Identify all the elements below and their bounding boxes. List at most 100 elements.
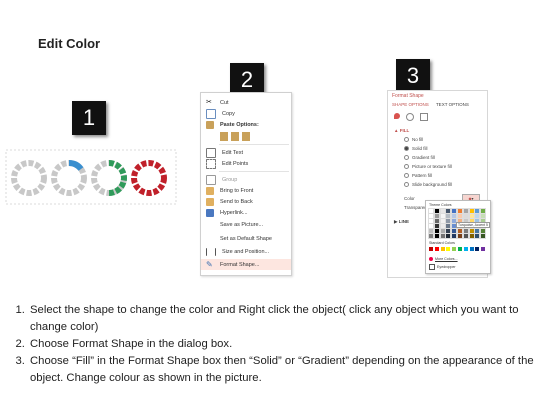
theme-swatch[interactable]	[439, 228, 446, 234]
theme-swatch[interactable]	[433, 218, 440, 224]
theme-swatch[interactable]	[457, 213, 463, 219]
standard-swatch[interactable]	[469, 247, 474, 251]
theme-swatch[interactable]	[468, 213, 475, 219]
effects-icon[interactable]	[406, 113, 414, 121]
menu-item-cut[interactable]: ✂ Cut	[201, 97, 291, 108]
menu-item-copy[interactable]: Copy	[201, 108, 291, 119]
eyedropper-item[interactable]: Eyedropper	[429, 264, 456, 270]
theme-swatch[interactable]	[457, 208, 463, 214]
size-properties-icon[interactable]	[420, 113, 428, 121]
theme-swatch[interactable]	[428, 208, 434, 214]
paste-options-row[interactable]	[201, 130, 291, 142]
menu-item-set-default-shape[interactable]: Set as Default Shape	[201, 233, 291, 244]
standard-swatch[interactable]	[458, 247, 462, 251]
tab-text-options[interactable]: TEXT OPTIONS	[436, 102, 469, 107]
theme-swatch[interactable]	[474, 208, 481, 214]
paste-options-icon-2[interactable]	[231, 131, 239, 141]
standard-swatch[interactable]	[481, 247, 486, 251]
option-slide-background-fill[interactable]: Slide background fill	[404, 182, 452, 187]
theme-swatch[interactable]	[451, 228, 458, 234]
theme-swatch[interactable]	[439, 213, 446, 219]
menu-item-group[interactable]: Group	[201, 174, 291, 185]
theme-swatch[interactable]	[428, 228, 434, 234]
theme-swatch[interactable]	[445, 228, 452, 234]
theme-swatch[interactable]	[480, 213, 487, 219]
theme-swatch[interactable]	[428, 218, 434, 224]
theme-swatch[interactable]	[480, 228, 487, 234]
theme-swatch[interactable]	[474, 213, 481, 219]
standard-swatch[interactable]	[429, 247, 433, 251]
theme-swatch[interactable]	[457, 233, 463, 239]
instruction-1: Select the shape to change the color and…	[28, 302, 556, 336]
theme-swatch[interactable]	[439, 233, 446, 239]
theme-swatch[interactable]	[451, 208, 458, 214]
theme-swatch[interactable]	[433, 213, 440, 219]
menu-item-edit-text[interactable]: Edit Text	[201, 147, 291, 158]
theme-swatch[interactable]	[445, 233, 452, 239]
more-colors-item[interactable]: More Colors...	[429, 257, 458, 261]
standard-swatch[interactable]	[446, 247, 451, 251]
menu-item-send-to-back[interactable]: Send to Back	[201, 196, 291, 207]
menu-item-save-as-picture[interactable]: Save as Picture...	[201, 219, 291, 230]
theme-swatch[interactable]	[433, 233, 440, 239]
menu-item-size-position[interactable]: Size and Position...	[201, 246, 291, 257]
theme-swatch[interactable]	[439, 223, 446, 229]
theme-swatch[interactable]	[468, 208, 475, 214]
context-menu: ✂ Cut Copy Paste Options: Edit Text Edit…	[200, 92, 292, 276]
theme-swatch[interactable]	[439, 208, 446, 214]
ring-1[interactable]	[11, 160, 47, 196]
standard-swatch[interactable]	[434, 247, 439, 251]
option-solid-fill[interactable]: Solid fill	[404, 146, 428, 151]
theme-swatch[interactable]	[474, 228, 481, 234]
theme-swatch[interactable]	[451, 233, 458, 239]
theme-swatch[interactable]	[433, 208, 440, 214]
theme-swatch[interactable]	[433, 223, 440, 229]
theme-swatch[interactable]	[457, 228, 463, 234]
menu-item-paste-options: Paste Options:	[201, 119, 291, 130]
menu-item-edit-points[interactable]: Edit Points	[201, 158, 291, 169]
theme-swatch[interactable]	[462, 213, 469, 219]
tab-shape-options[interactable]: SHAPE OPTIONS	[392, 102, 429, 107]
paste-options-icon[interactable]	[220, 131, 228, 141]
badge-1: 1	[72, 101, 106, 135]
theme-swatch[interactable]	[439, 218, 446, 224]
theme-swatch[interactable]	[445, 218, 452, 224]
standard-swatch[interactable]	[452, 247, 457, 251]
fill-line-icon[interactable]	[394, 113, 400, 119]
format-shape-icon: ✎	[206, 259, 213, 269]
line-section-header[interactable]: ▶ LINE	[394, 219, 409, 225]
ring-2[interactable]	[51, 160, 87, 196]
standard-swatch[interactable]	[440, 247, 445, 251]
option-picture-fill[interactable]: Picture or texture fill	[404, 164, 452, 169]
menu-item-bring-to-front[interactable]: Bring to Front	[201, 185, 291, 196]
theme-swatch[interactable]	[468, 228, 475, 234]
standard-swatch[interactable]	[463, 247, 468, 251]
theme-swatch[interactable]	[445, 213, 452, 219]
instruction-3: Choose “Fill” in the Format Shape box th…	[28, 353, 556, 387]
option-gradient-fill[interactable]: Gradient fill	[404, 155, 435, 160]
menu-item-format-shape[interactable]: ✎ Format Shape...	[201, 259, 291, 270]
theme-swatch[interactable]	[462, 208, 469, 214]
paste-options-icon-3[interactable]	[242, 131, 250, 141]
fill-section-header[interactable]: ▲ FILL	[394, 128, 409, 133]
theme-swatch[interactable]	[433, 228, 440, 234]
menu-item-hyperlink[interactable]: Hyperlink...	[201, 207, 291, 218]
theme-swatch[interactable]	[474, 233, 481, 239]
theme-swatch[interactable]	[462, 233, 469, 239]
theme-swatch[interactable]	[480, 208, 487, 214]
theme-swatch[interactable]	[428, 223, 434, 229]
ring-3[interactable]	[91, 160, 127, 196]
option-pattern-fill[interactable]: Pattern fill	[404, 173, 432, 178]
standard-swatch[interactable]	[475, 247, 480, 251]
theme-swatch[interactable]	[480, 233, 487, 239]
theme-swatch[interactable]	[428, 213, 434, 219]
theme-swatch[interactable]	[468, 233, 475, 239]
ring-4[interactable]	[131, 160, 167, 196]
theme-swatch[interactable]	[428, 233, 434, 239]
option-no-fill[interactable]: No fill	[404, 137, 423, 142]
theme-swatch[interactable]	[451, 213, 458, 219]
theme-swatch[interactable]	[445, 223, 452, 229]
hyperlink-icon	[206, 208, 214, 217]
theme-swatch[interactable]	[462, 228, 469, 234]
theme-swatch[interactable]	[445, 208, 452, 214]
